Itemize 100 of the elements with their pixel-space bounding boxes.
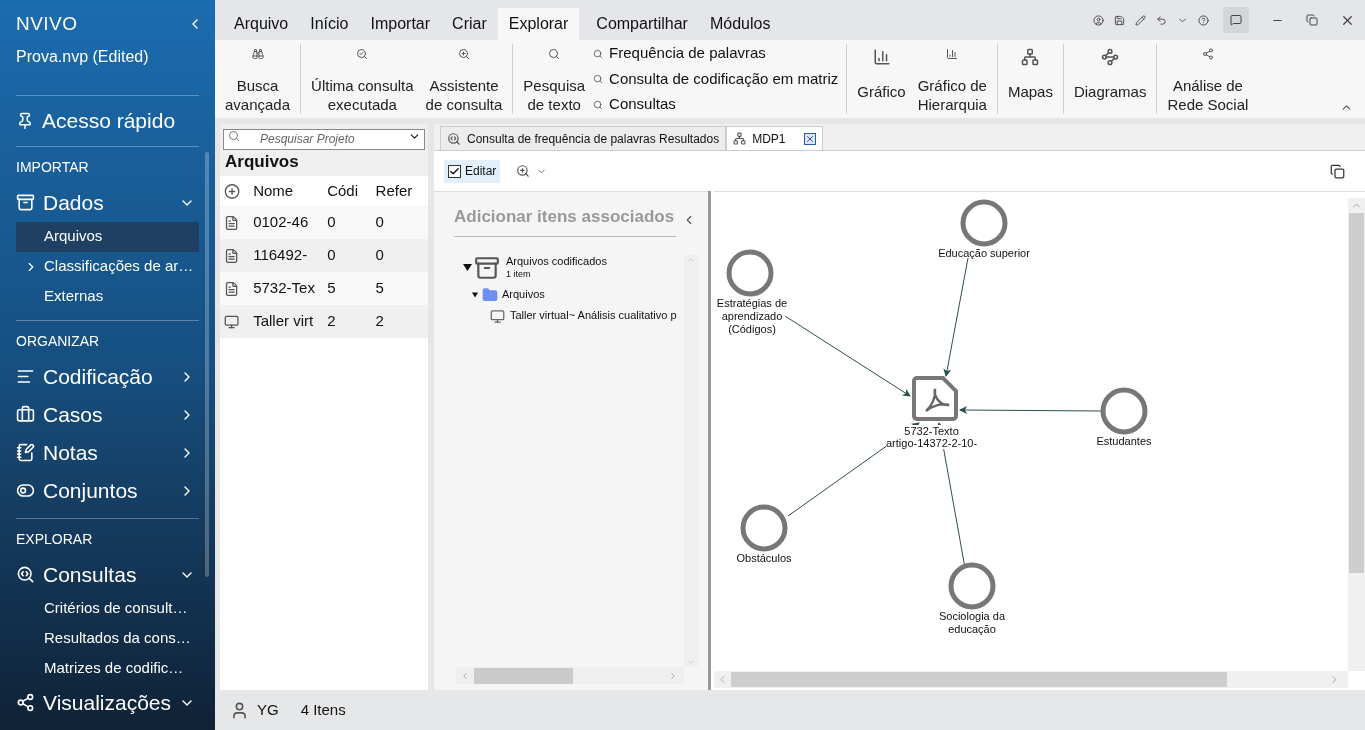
- table-cell-text: 116492-: [253, 245, 309, 266]
- table-cell-text: 2: [327, 311, 337, 332]
- magnifier-icon: [447, 131, 461, 146]
- pdf-file-icon: [224, 280, 240, 297]
- comment-icon: [1230, 14, 1242, 26]
- nav-subitem[interactable]: Resultados da cons…: [16, 623, 199, 654]
- ribbon-button[interactable]: Última consulta executada: [305, 44, 420, 114]
- tree-item[interactable]: Taller virtual~ Análisis cualitativo p: [510, 309, 677, 323]
- nav-subitem[interactable]: Classificações de ar…: [16, 251, 199, 282]
- column-header[interactable]: Códi: [327, 179, 376, 203]
- pencil-icon[interactable]: [1135, 14, 1146, 26]
- ribbon-button[interactable]: Mapas: [1001, 44, 1059, 114]
- help-icon[interactable]: [1198, 14, 1209, 26]
- ribbon-menu-item[interactable]: Consultas: [593, 93, 839, 116]
- quick-access-item[interactable]: Acesso rápido: [0, 95, 215, 146]
- pdf-file-icon[interactable]: [912, 376, 958, 421]
- column-header[interactable]: Refer: [375, 179, 424, 203]
- node-circle[interactable]: [726, 249, 774, 297]
- user-initials: YG: [257, 699, 279, 720]
- pdf-file-icon: [224, 214, 240, 231]
- section-heading: EXPLORAR: [15, 529, 94, 549]
- nav-icon: [16, 405, 35, 424]
- nav-subitem[interactable]: Matrizes de codific…: [16, 653, 199, 684]
- table-cell-text: 5: [375, 278, 385, 299]
- expander-icon[interactable]: [462, 263, 472, 272]
- scrollbar[interactable]: [205, 152, 209, 577]
- nav-item[interactable]: Notas: [0, 433, 215, 472]
- nav-subitem[interactable]: Externas: [16, 281, 199, 312]
- document-tab[interactable]: Consulta de frequência de palavras Resultados: [440, 126, 727, 150]
- nav-icon: [16, 193, 35, 212]
- zoom-icon[interactable]: [516, 164, 531, 178]
- nav-item[interactable]: Casos: [0, 395, 215, 434]
- table-cell-text: 0: [327, 245, 337, 266]
- cabinet-icon: [474, 254, 500, 281]
- nav-item[interactable]: Consultas: [0, 555, 215, 594]
- table-cell-text: 0: [375, 245, 385, 266]
- magnifier-icon: [593, 99, 604, 110]
- node-circle[interactable]: [960, 199, 1008, 247]
- node-circle[interactable]: [740, 504, 788, 552]
- node-label: Sociologia da educação: [938, 610, 1006, 636]
- nav-subitem[interactable]: Arquivos: [16, 221, 199, 252]
- table-cell-text: 0102-46: [253, 212, 310, 233]
- nav-icon: [16, 693, 35, 712]
- ribbon-button[interactable]: Pesquisa de texto: [517, 44, 592, 114]
- pin-icon: [16, 111, 34, 130]
- menu-tab[interactable]: Compartilhar: [585, 8, 699, 40]
- table-cell-text: 5732-Tex: [253, 278, 316, 299]
- ribbon-menu-item[interactable]: Frequência de palavras: [593, 42, 839, 65]
- node-circle[interactable]: [1100, 387, 1148, 435]
- ribbon-button[interactable]: Busca avançada: [219, 44, 297, 114]
- node-label: 5732-Texto artigo-14372-2-10-: [886, 425, 978, 449]
- close-icon[interactable]: [803, 132, 816, 145]
- pdf-file-icon: [224, 247, 240, 264]
- restore-icon[interactable]: [1330, 163, 1345, 179]
- table-cell-text: 2: [375, 311, 385, 332]
- table-cell-text: 0: [327, 212, 337, 233]
- comment-button[interactable]: [1223, 7, 1249, 33]
- menu-tab[interactable]: Criar: [441, 8, 498, 40]
- save-icon[interactable]: [1114, 14, 1125, 26]
- ribbon-button[interactable]: Gráfico: [851, 44, 912, 114]
- item-count: 4 Itens: [300, 699, 346, 720]
- menu-tab[interactable]: Arquivo: [223, 8, 300, 40]
- magnifier-icon: [593, 74, 604, 84]
- menu-tab[interactable]: Importar: [359, 8, 442, 40]
- table-cell-text: Taller virt: [253, 311, 315, 332]
- edit-checkbox[interactable]: Editar: [444, 159, 501, 183]
- ribbon-button[interactable]: Assistente de consulta: [419, 44, 509, 114]
- menu-tab[interactable]: Módulos: [698, 8, 782, 40]
- nav-item[interactable]: Conjuntos: [0, 471, 215, 510]
- app-logo: NVIVO: [16, 12, 78, 36]
- add-icon[interactable]: [224, 182, 241, 200]
- undo-icon[interactable]: [1156, 14, 1167, 26]
- section-heading: ORGANIZAR: [15, 331, 101, 351]
- account-icon[interactable]: [1093, 14, 1104, 26]
- node-label: Estratégias de aprendizado (Códigos): [716, 297, 788, 336]
- expander-icon[interactable]: [472, 291, 478, 298]
- search-icon: [228, 130, 240, 142]
- node-circle[interactable]: [948, 562, 996, 610]
- vertical-scrollbar[interactable]: [1348, 198, 1365, 671]
- user-icon: [230, 700, 249, 720]
- ribbon-button[interactable]: Gráfico de Hierarquia: [911, 44, 993, 114]
- ribbon-button[interactable]: Diagramas: [1067, 44, 1153, 114]
- nav-subitem[interactable]: Critérios de consult…: [16, 593, 199, 624]
- tree-item[interactable]: Arquivos codificados: [506, 255, 607, 269]
- menu-tab[interactable]: Início: [299, 8, 360, 40]
- ribbon-button[interactable]: Análise de Rede Social: [1161, 44, 1255, 114]
- tree-item[interactable]: Arquivos: [502, 287, 545, 302]
- menu-tab[interactable]: Explorar: [497, 8, 580, 40]
- magnifier-icon: [593, 48, 604, 59]
- node-label: Estudantes: [1096, 435, 1152, 448]
- document-tab[interactable]: MDP1: [726, 126, 823, 150]
- nav-icon: [16, 565, 35, 584]
- column-header[interactable]: Nome: [253, 179, 328, 203]
- nav-item[interactable]: Visualizações: [0, 683, 215, 722]
- search-field[interactable]: Pesquisar Projeto: [223, 128, 425, 150]
- nav-item[interactable]: Codificação: [0, 357, 215, 396]
- ribbon-menu-item[interactable]: Consulta de codificação em matriz: [593, 67, 839, 91]
- nav-item[interactable]: Dados: [0, 183, 215, 222]
- table-cell-text: 5: [327, 278, 337, 299]
- node-label: Obstáculos: [736, 552, 792, 565]
